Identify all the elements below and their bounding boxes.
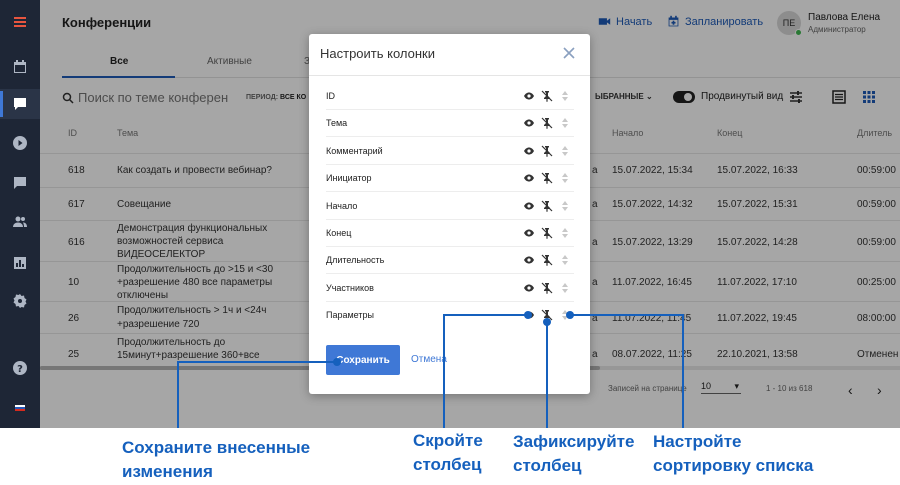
column-config-row[interactable]: Комментарий xyxy=(326,138,574,165)
eye-icon[interactable] xyxy=(523,199,535,211)
menu-icon xyxy=(14,17,26,27)
eye-icon[interactable] xyxy=(523,253,535,265)
sidebar-item-users[interactable] xyxy=(0,207,40,237)
pin-off-icon[interactable] xyxy=(541,226,553,239)
column-name: Длительность xyxy=(326,255,385,266)
callout-dot-hide xyxy=(524,311,532,319)
divider xyxy=(309,75,590,76)
sidebar-item-settings[interactable] xyxy=(0,286,40,316)
sort-icon[interactable] xyxy=(559,253,571,266)
callout-line-pin xyxy=(546,322,548,428)
callout-save-line1: Сохраните внесенные xyxy=(122,438,311,457)
sort-icon[interactable] xyxy=(559,116,571,129)
sidebar-item-recordings[interactable] xyxy=(0,128,40,158)
callout-dot-save xyxy=(333,358,341,366)
flag-icon xyxy=(15,405,25,411)
sort-icon[interactable] xyxy=(559,144,571,156)
svg-text:?: ? xyxy=(17,364,23,375)
sort-icon[interactable] xyxy=(559,226,571,238)
column-config-row[interactable]: Участников xyxy=(326,275,574,302)
sidebar-item-chat[interactable] xyxy=(0,168,40,198)
pin-off-icon[interactable] xyxy=(541,281,553,294)
sidebar-item-help[interactable]: ? xyxy=(0,353,40,383)
callout-dot-sort xyxy=(566,311,574,319)
callout-hide: Скройте столбец xyxy=(413,429,483,477)
callout-line-hide-h xyxy=(443,314,527,316)
pin-off-icon[interactable] xyxy=(541,144,553,157)
callout-dot-pin xyxy=(543,318,551,326)
eye-icon[interactable] xyxy=(523,116,535,128)
callout-line-save xyxy=(177,361,179,428)
callout-line-sort xyxy=(682,314,684,428)
sidebar: ? xyxy=(0,0,40,428)
column-name: Инициатор xyxy=(326,173,372,184)
pin-off-icon[interactable] xyxy=(541,116,553,130)
column-name: Тема xyxy=(326,118,348,129)
callout-hide-line1: Скройте xyxy=(413,431,483,450)
column-config-row[interactable]: Инициатор xyxy=(326,165,574,193)
dialog-title: Настроить колонки xyxy=(320,46,436,61)
column-name: Участников xyxy=(326,282,374,293)
pin-off-icon[interactable] xyxy=(541,199,553,212)
column-name: Конец xyxy=(326,228,352,238)
callout-sort-line1: Настройте xyxy=(653,432,742,451)
sort-icon[interactable] xyxy=(559,89,571,101)
callout-sort: Настройте сортировку списка xyxy=(653,430,813,478)
sort-icon[interactable] xyxy=(559,171,571,184)
cancel-button[interactable]: Отмена xyxy=(411,354,447,365)
sidebar-item-stats[interactable] xyxy=(0,248,40,278)
callout-pin-line1: Зафиксируйте xyxy=(513,432,635,451)
menu-button[interactable] xyxy=(0,7,40,37)
callout-sort-line2: сортировку списка xyxy=(653,456,814,475)
callout-save-line2: изменения xyxy=(122,462,213,481)
pin-off-icon[interactable] xyxy=(541,89,553,102)
close-icon[interactable] xyxy=(562,46,576,60)
sort-icon[interactable] xyxy=(559,281,571,293)
calendar-icon xyxy=(14,60,26,73)
column-config-row[interactable]: Тема xyxy=(326,110,574,138)
chat-icon xyxy=(14,177,26,189)
column-name: Комментарий xyxy=(326,145,383,156)
users-icon xyxy=(13,216,27,227)
conference-icon xyxy=(14,98,26,110)
callout-line-save-h xyxy=(177,361,337,363)
column-name: Параметры xyxy=(326,310,374,321)
column-config-row[interactable]: Длительность xyxy=(326,247,574,275)
callout-line-hide xyxy=(443,315,445,428)
callout-hide-line2: столбец xyxy=(413,455,482,474)
sort-icon[interactable] xyxy=(559,199,571,211)
eye-icon[interactable] xyxy=(523,144,535,156)
column-config-row[interactable]: ID xyxy=(326,83,574,110)
eye-icon[interactable] xyxy=(523,171,535,183)
pin-off-icon[interactable] xyxy=(541,171,553,185)
callout-pin: Зафиксируйте столбец xyxy=(513,430,634,478)
sidebar-item-language[interactable] xyxy=(0,393,40,423)
column-config-row[interactable]: Конец xyxy=(326,220,574,247)
help-icon: ? xyxy=(13,361,27,375)
column-name: ID xyxy=(326,91,335,101)
callout-save: Сохраните внесенные изменения xyxy=(122,436,310,484)
callout-line-sort-h xyxy=(570,314,684,316)
eye-icon[interactable] xyxy=(523,226,535,238)
pin-off-icon[interactable] xyxy=(541,253,553,267)
eye-icon[interactable] xyxy=(523,281,535,293)
column-config-row[interactable]: Начало xyxy=(326,193,574,220)
sidebar-item-conferences[interactable] xyxy=(0,89,40,119)
eye-icon[interactable] xyxy=(523,89,535,101)
settings-icon xyxy=(13,294,27,308)
column-name: Начало xyxy=(326,200,358,211)
callout-pin-line2: столбец xyxy=(513,456,582,475)
sidebar-item-calendar[interactable] xyxy=(0,52,40,82)
chart-icon xyxy=(14,257,26,269)
play-icon xyxy=(13,136,27,150)
